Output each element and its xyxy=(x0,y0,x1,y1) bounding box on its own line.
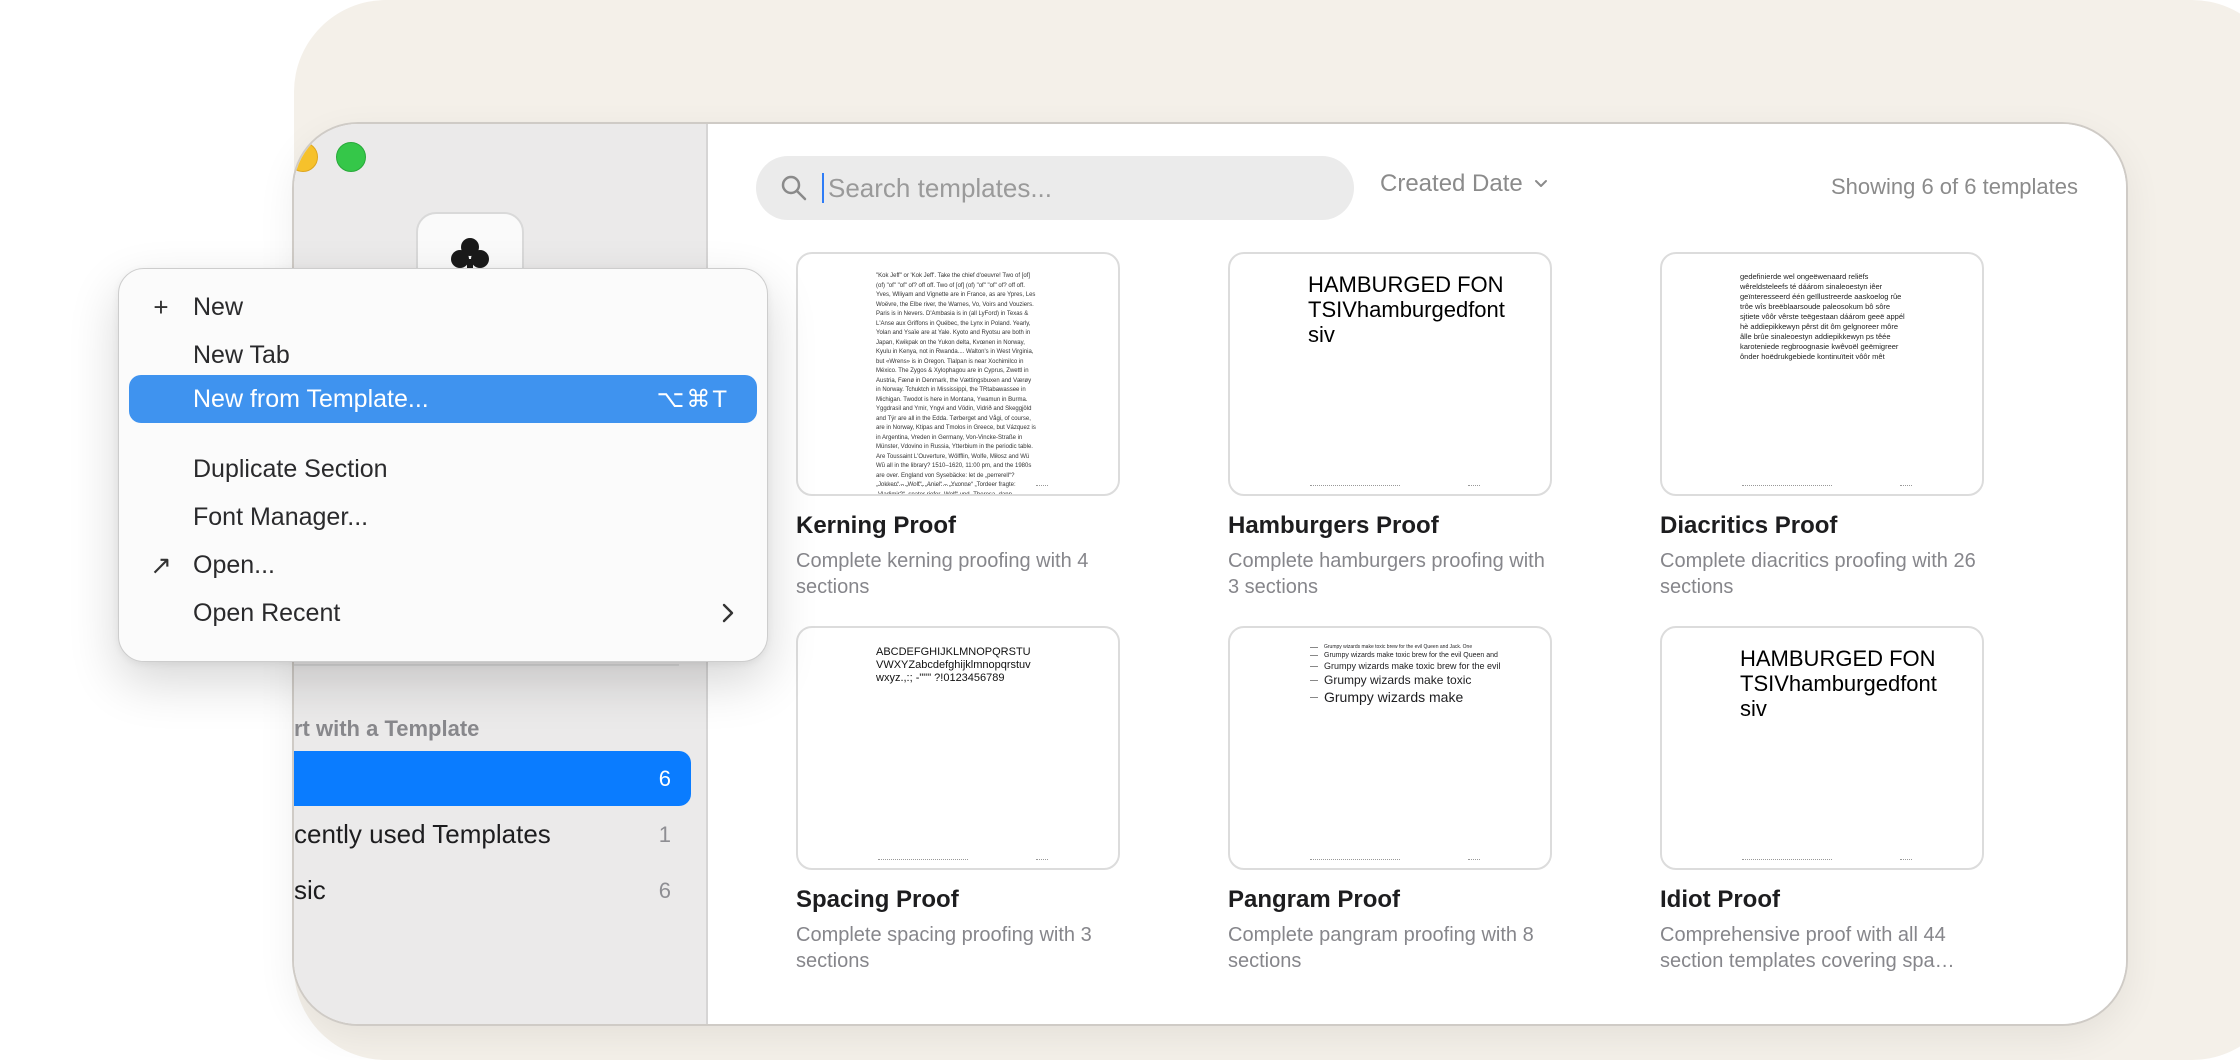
chevron-right-icon xyxy=(721,602,735,624)
menu-item-new-tab[interactable]: New Tab xyxy=(129,331,757,379)
search-input[interactable] xyxy=(826,171,1310,205)
thumbnail-footer xyxy=(878,859,1048,860)
pangram-line: Grumpy wizards make toxic brew for the e… xyxy=(1310,644,1530,650)
template-browser: Created Date Showing 6 of 6 templates "K… xyxy=(708,124,2126,1024)
template-thumbnail: HAMBURGED FONTSIVhamburgedfontsiv xyxy=(1660,626,1984,870)
menu-item-shortcut: ⌥⌘T xyxy=(656,385,729,413)
menu-item-new[interactable]: + New xyxy=(129,283,757,331)
template-description: Complete spacing proofing with 3 section… xyxy=(796,924,1092,972)
template-description: Complete hamburgers proofing with 3 sect… xyxy=(1228,550,1545,598)
menu-item-label: Font Manager... xyxy=(193,502,369,531)
thumbnail-footer xyxy=(1310,485,1480,486)
template-title: Hamburgers Proof xyxy=(1228,512,1439,539)
search-icon xyxy=(781,175,807,201)
template-thumbnail: ABCDEFGHIJKLMNOPQRSTUVWXYZabcdefghijklmn… xyxy=(796,626,1120,870)
template-title: Diacritics Proof xyxy=(1660,512,1838,539)
thumbnail-footer xyxy=(1742,859,1912,860)
sidebar-section-header: rt with a Template xyxy=(294,716,480,741)
thumbnail-text: "Kok Jeff" or 'Kok Jeff'. Take the chief… xyxy=(876,273,1036,496)
menu-item-open[interactable]: ↗ Open... xyxy=(129,541,757,589)
thumbnail-pangram-lines: Grumpy wizards make toxic brew for the e… xyxy=(1310,644,1530,707)
thumbnail-footer xyxy=(878,485,1048,486)
template-description: Comprehensive proof with all 44 section … xyxy=(1660,924,1955,972)
sidebar-item-recently-used[interactable]: cently used Templates 1 xyxy=(294,807,691,862)
template-description: Complete diacritics proofing with 26 sec… xyxy=(1660,550,1976,598)
minimize-button[interactable] xyxy=(294,142,318,172)
template-thumbnail: gedefinierde wel ongeëwenaard reliëfs wê… xyxy=(1660,252,1984,496)
sidebar-item-count: 6 xyxy=(658,877,671,903)
menu-item-label: New from Template... xyxy=(193,384,429,413)
menu-item-open-recent[interactable]: Open Recent xyxy=(129,589,757,637)
sidebar-item-basic[interactable]: sic 6 xyxy=(294,863,691,918)
pangram-line: Grumpy wizards make toxic brew for the e… xyxy=(1310,652,1530,659)
pangram-line: Grumpy wizards make xyxy=(1310,689,1530,705)
sidebar-divider xyxy=(294,664,679,666)
thumbnail-footer xyxy=(1310,859,1480,860)
template-thumbnail: Grumpy wizards make toxic brew for the e… xyxy=(1228,626,1552,870)
template-card-hamburgers[interactable]: HAMBURGED FONTSIVhamburgedfontsiv Hambur… xyxy=(1228,252,1564,600)
thumbnail-footer xyxy=(1742,485,1912,486)
zoom-button[interactable] xyxy=(336,142,366,172)
search-bar[interactable] xyxy=(756,156,1354,220)
chevron-down-icon xyxy=(1534,180,1547,187)
text-cursor xyxy=(822,173,824,203)
template-title: Kerning Proof xyxy=(796,512,956,539)
sidebar-item-all-templates[interactable]: 6 xyxy=(294,751,691,806)
pangram-line: Grumpy wizards make toxic brew for the e… xyxy=(1310,661,1530,671)
sort-label: Created Date xyxy=(1380,170,1523,197)
template-card-diacritics[interactable]: gedefinierde wel ongeëwenaard reliëfs wê… xyxy=(1660,252,1996,600)
template-title: Idiot Proof xyxy=(1660,886,1780,913)
sidebar-item-label: sic xyxy=(294,875,326,905)
template-title: Pangram Proof xyxy=(1228,886,1401,913)
template-card-kerning[interactable]: "Kok Jeff" or 'Kok Jeff'. Take the chief… xyxy=(796,252,1132,600)
menu-item-label: Open... xyxy=(193,550,275,579)
sidebar-item-count: 1 xyxy=(658,821,671,847)
arrow-up-right-icon: ↗ xyxy=(150,549,172,580)
menu-item-duplicate-section[interactable]: Duplicate Section xyxy=(129,445,757,493)
thumbnail-text: ABCDEFGHIJKLMNOPQRSTUVWXYZabcdefghijklmn… xyxy=(876,646,1031,684)
template-card-pangram[interactable]: Grumpy wizards make toxic brew for the e… xyxy=(1228,626,1564,974)
template-description: Complete kerning proofing with 4 section… xyxy=(796,550,1089,598)
plus-icon: + xyxy=(153,291,169,322)
thumbnail-text: HAMBURGED FONTSIVhamburgedfontsiv xyxy=(1740,646,1937,721)
template-thumbnail: HAMBURGED FONTSIVhamburgedfontsiv xyxy=(1228,252,1552,496)
menu-item-font-manager[interactable]: Font Manager... xyxy=(129,493,757,541)
sidebar-item-label: cently used Templates xyxy=(294,819,551,849)
template-description: Complete pangram proofing with 8 section… xyxy=(1228,924,1534,972)
sort-dropdown[interactable]: Created Date xyxy=(1380,170,1549,198)
template-title: Spacing Proof xyxy=(796,886,959,913)
template-thumbnail: "Kok Jeff" or 'Kok Jeff'. Take the chief… xyxy=(796,252,1120,496)
menu-item-new-from-template[interactable]: New from Template... ⌥⌘T xyxy=(129,375,757,423)
template-count: Showing 6 of 6 templates xyxy=(1830,174,2078,199)
sidebar-item-count: 6 xyxy=(658,765,671,791)
file-menu: + New New Tab New from Template... ⌥⌘T D… xyxy=(118,268,768,662)
pangram-line: Grumpy wizards make toxic xyxy=(1310,673,1530,687)
menu-item-label: New Tab xyxy=(193,340,290,369)
thumbnail-text: gedefinierde wel ongeëwenaard reliëfs wê… xyxy=(1740,272,1905,361)
thumbnail-text: HAMBURGED FONTSIVhamburgedfontsiv xyxy=(1308,272,1505,347)
template-card-idiot[interactable]: HAMBURGED FONTSIVhamburgedfontsiv Idiot … xyxy=(1660,626,1996,974)
template-card-spacing[interactable]: ABCDEFGHIJKLMNOPQRSTUVWXYZabcdefghijklmn… xyxy=(796,626,1132,974)
menu-item-label: New xyxy=(193,292,244,321)
menu-item-label: Duplicate Section xyxy=(193,454,388,483)
menu-item-label: Open Recent xyxy=(193,598,341,627)
